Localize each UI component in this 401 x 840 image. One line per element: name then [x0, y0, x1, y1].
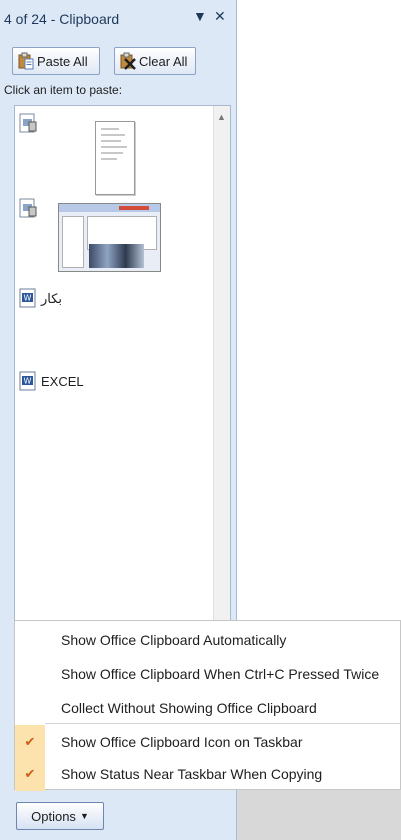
item-thumbnail-document — [95, 121, 135, 195]
clipboard-item-list[interactable]: W بکار W EXCEL ▲ — [14, 105, 231, 627]
word-doc-icon: W — [19, 288, 36, 308]
clear-all-label: Clear All — [139, 53, 188, 69]
options-button[interactable]: Options ▼ — [16, 802, 104, 830]
pane-title-bar: 4 of 24 - Clipboard ▼ ✕ — [0, 0, 236, 40]
svg-text:W: W — [24, 377, 32, 386]
pane-title: 4 of 24 - Clipboard — [4, 11, 120, 27]
check-icon — [15, 657, 45, 691]
menu-item-show-ctrl-c-twice[interactable]: Show Office Clipboard When Ctrl+C Presse… — [15, 657, 400, 691]
check-icon: ✔ — [15, 757, 45, 791]
clipboard-item-text-2[interactable]: W EXCEL — [19, 371, 209, 401]
clipboard-item-text-1[interactable]: W بکار — [19, 288, 209, 318]
clipboard-image-icon — [19, 198, 37, 218]
pane-options-dropdown-icon[interactable]: ▼ — [193, 8, 207, 24]
menu-item-label: Show Office Clipboard Automatically — [61, 632, 287, 648]
paste-all-button[interactable]: Paste All — [12, 47, 100, 75]
menu-item-label: Show Office Clipboard When Ctrl+C Presse… — [61, 666, 380, 682]
options-label: Options — [31, 808, 76, 824]
menu-item-label: Collect Without Showing Office Clipboard — [61, 700, 317, 716]
status-strip — [237, 790, 401, 840]
item-text: EXCEL — [41, 374, 84, 389]
clipboard-image-icon — [19, 113, 37, 133]
menu-item-icon-on-taskbar[interactable]: ✔ Show Office Clipboard Icon on Taskbar — [15, 725, 400, 759]
check-icon: ✔ — [15, 725, 45, 759]
menu-separator — [45, 723, 400, 724]
close-icon[interactable]: ✕ — [214, 8, 226, 25]
document-area — [237, 0, 401, 620]
chevron-down-icon: ▼ — [79, 811, 89, 821]
options-menu: Show Office Clipboard Automatically Show… — [14, 620, 401, 791]
menu-item-collect-without-showing[interactable]: Collect Without Showing Office Clipboard — [15, 691, 400, 725]
scroll-up-icon[interactable]: ▲ — [217, 112, 226, 122]
check-icon — [15, 623, 45, 657]
paste-all-label: Paste All — [37, 53, 88, 69]
clipboard-item-image-1[interactable] — [19, 113, 209, 198]
menu-item-label: Show Office Clipboard Icon on Taskbar — [61, 734, 303, 750]
clear-all-button[interactable]: Clear All — [114, 47, 196, 75]
item-thumbnail-screenshot — [58, 203, 161, 272]
menu-item-status-near-taskbar[interactable]: ✔ Show Status Near Taskbar When Copying — [15, 757, 400, 791]
paste-icon — [18, 52, 34, 70]
word-doc-icon: W — [19, 371, 36, 391]
paste-hint: Click an item to paste: — [4, 83, 123, 97]
list-scrollbar[interactable]: ▲ — [213, 106, 230, 626]
check-icon — [15, 691, 45, 725]
svg-text:W: W — [24, 294, 32, 303]
clear-all-icon — [120, 52, 136, 70]
item-text: بکار — [41, 291, 63, 306]
menu-item-label: Show Status Near Taskbar When Copying — [61, 766, 323, 782]
menu-item-show-automatically[interactable]: Show Office Clipboard Automatically — [15, 623, 400, 657]
